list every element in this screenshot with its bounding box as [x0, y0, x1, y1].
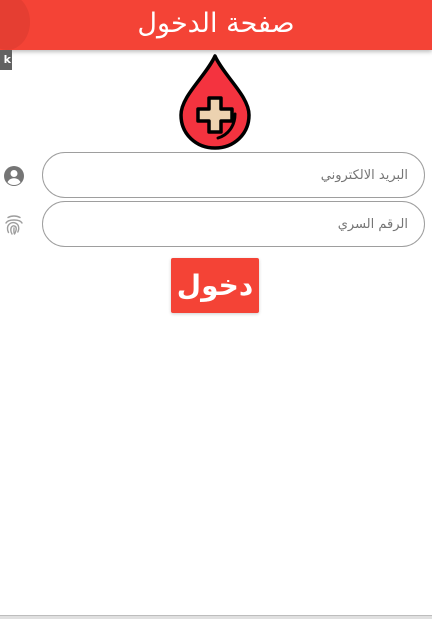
page-title: صفحة الدخول — [137, 8, 295, 39]
email-row — [0, 152, 432, 200]
blood-drop-medical-cross-icon — [179, 54, 251, 150]
app-bar: صفحة الدخول — [0, 0, 432, 50]
account-circle-icon — [4, 166, 24, 186]
login-button[interactable]: دخول — [171, 258, 259, 313]
password-row — [0, 201, 432, 249]
bottom-divider — [0, 615, 432, 619]
fingerprint-icon — [5, 215, 23, 235]
debug-banner: k — [0, 50, 12, 70]
password-field[interactable] — [42, 201, 425, 247]
email-field[interactable] — [42, 152, 425, 198]
